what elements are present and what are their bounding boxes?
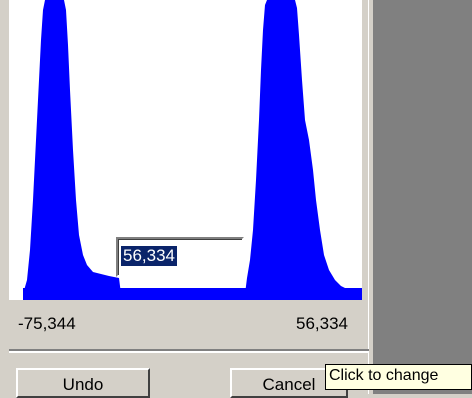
range-min-label: -75,344 — [18, 314, 76, 333]
window-left-border — [0, 0, 9, 394]
range-max-label: 56,334 — [296, 314, 348, 333]
tooltip: Click to change — [325, 364, 472, 390]
separator — [9, 349, 369, 353]
histogram-peak-right — [245, 0, 361, 294]
right-panel — [373, 0, 472, 394]
threshold-value-text: 56,334 — [121, 246, 177, 266]
histogram-peak-left — [23, 0, 121, 294]
threshold-value-input[interactable]: 56,334 — [116, 237, 244, 277]
